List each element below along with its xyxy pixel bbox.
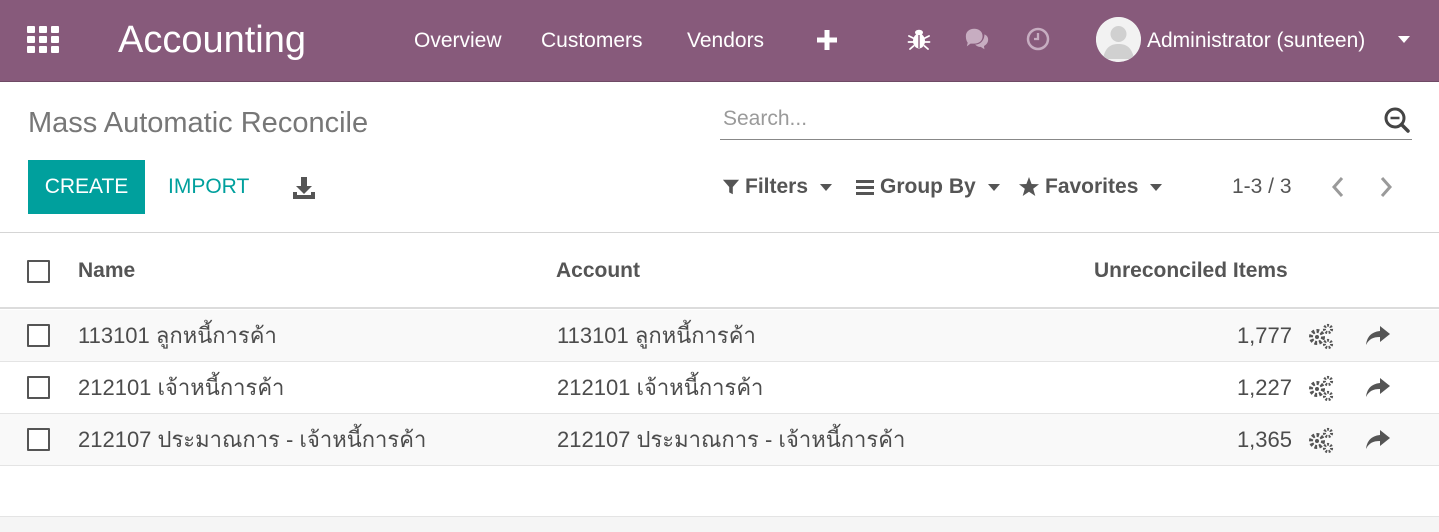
search-box [720, 100, 1412, 140]
row-account: 212107 ประมาณการ - เจ้าหนี้การค้า [557, 427, 906, 452]
row-unreconciled: 1,777 [1236, 323, 1292, 348]
menu-customers[interactable]: Customers [541, 28, 643, 54]
favorites-label: Favorites [1045, 175, 1139, 198]
user-menu-name[interactable]: Administrator (sunteen) [1147, 28, 1365, 54]
filters-label: Filters [745, 175, 809, 198]
chevron-down-icon [1150, 183, 1163, 191]
share-arrow-icon[interactable] [1364, 426, 1392, 454]
row-unreconciled: 1,365 [1236, 427, 1292, 452]
column-header-unreconciled[interactable]: Unreconciled Items [1094, 257, 1288, 285]
chevron-left-icon[interactable] [1326, 172, 1350, 202]
gears-icon[interactable] [1307, 374, 1335, 402]
row-account: 113101 ลูกหนี้การค้า [557, 323, 756, 348]
chevron-down-icon [820, 183, 833, 191]
table-header: Name Account Unreconciled Items [0, 233, 1439, 309]
share-arrow-icon[interactable] [1364, 322, 1392, 350]
list-icon [856, 180, 874, 195]
filter-icon [722, 179, 740, 195]
menu-overview[interactable]: Overview [414, 28, 502, 54]
bug-icon[interactable] [906, 26, 934, 54]
app-title: Accounting [118, 19, 307, 61]
search-icon[interactable] [1382, 105, 1412, 135]
import-button[interactable]: IMPORT [168, 160, 249, 214]
column-header-name[interactable]: Name [78, 257, 135, 285]
row-name: 212107 ประมาณการ - เจ้าหนี้การค้า [78, 427, 427, 452]
user-caret-icon[interactable] [1398, 36, 1410, 43]
top-navbar: Accounting Overview Customers Vendors Ad… [0, 0, 1439, 82]
favorites-dropdown[interactable]: Favorites [1018, 172, 1163, 202]
row-name: 212101 เจ้าหนี้การค้า [78, 375, 285, 400]
clock-icon[interactable] [1025, 26, 1053, 54]
pager-value[interactable]: 1-3 / 3 [1232, 172, 1292, 202]
page-title: Mass Automatic Reconcile [28, 107, 369, 139]
select-all-checkbox[interactable] [27, 260, 50, 283]
table-row[interactable]: 113101 ลูกหนี้การค้า 113101 ลูกหนี้การค้… [0, 310, 1439, 362]
plus-icon[interactable] [816, 26, 840, 54]
apps-grid-icon[interactable] [27, 26, 59, 54]
chat-icon[interactable] [964, 26, 992, 54]
row-account: 212101 เจ้าหนี้การค้า [557, 375, 764, 400]
row-checkbox[interactable] [27, 324, 50, 347]
column-header-account[interactable]: Account [556, 257, 640, 285]
row-name: 113101 ลูกหนี้การค้า [78, 323, 277, 348]
chevron-right-icon[interactable] [1374, 172, 1398, 202]
table-row[interactable]: 212101 เจ้าหนี้การค้า 212101 เจ้าหนี้การ… [0, 362, 1439, 414]
user-avatar-icon[interactable] [1096, 17, 1141, 62]
filters-dropdown[interactable]: Filters [722, 172, 833, 202]
groupby-label: Group By [880, 175, 976, 198]
search-input[interactable] [720, 102, 1370, 136]
table-row[interactable]: 212107 ประมาณการ - เจ้าหนี้การค้า 212107… [0, 414, 1439, 466]
row-unreconciled: 1,227 [1236, 375, 1292, 400]
row-checkbox[interactable] [27, 428, 50, 451]
menu-vendors[interactable]: Vendors [687, 28, 764, 54]
row-checkbox[interactable] [27, 376, 50, 399]
create-button[interactable]: CREATE [28, 160, 145, 214]
groupby-dropdown[interactable]: Group By [855, 172, 1000, 202]
chevron-down-icon [987, 183, 1000, 191]
star-icon [1019, 177, 1039, 196]
gears-icon[interactable] [1307, 322, 1335, 350]
share-arrow-icon[interactable] [1364, 374, 1392, 402]
gears-icon[interactable] [1307, 426, 1335, 454]
table-footer [0, 516, 1439, 532]
download-icon[interactable] [290, 174, 318, 202]
